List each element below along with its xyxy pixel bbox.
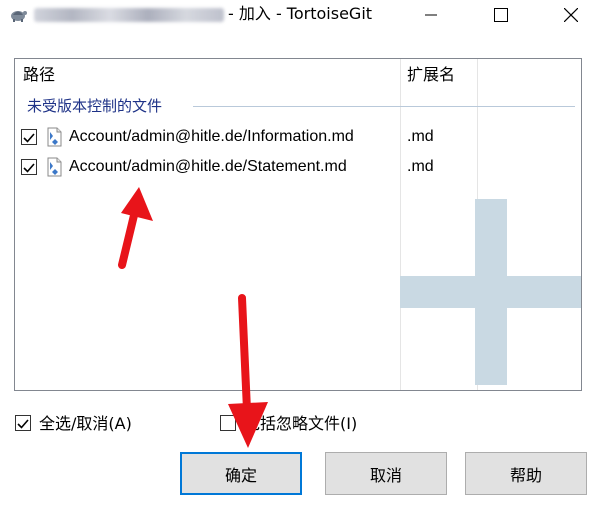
checkmark-icon bbox=[23, 133, 35, 143]
include-ignored-label: 包括忽略文件(I) bbox=[244, 414, 358, 433]
list-item[interactable]: Account/admin@hitle.de/Statement.md .md bbox=[15, 152, 581, 182]
close-icon bbox=[564, 8, 578, 22]
blurred-repo-path bbox=[34, 8, 224, 22]
help-button[interactable]: 帮助 bbox=[465, 452, 587, 495]
row-checkbox[interactable] bbox=[21, 159, 37, 175]
checkmark-icon bbox=[23, 163, 35, 173]
include-ignored-checkbox-box[interactable] bbox=[220, 415, 236, 431]
file-extension: .md bbox=[407, 158, 434, 175]
unversioned-file-icon bbox=[47, 157, 62, 177]
select-all-checkbox[interactable]: 全选/取消(A) bbox=[15, 413, 155, 435]
add-plus-watermark-icon bbox=[400, 199, 581, 385]
group-header-unversioned[interactable]: 未受版本控制的文件 bbox=[27, 96, 162, 116]
file-path: Account/admin@hitle.de/Information.md bbox=[69, 128, 354, 145]
column-header-extension[interactable]: 扩展名 bbox=[407, 65, 455, 85]
include-ignored-checkbox[interactable]: 包括忽略文件(I) bbox=[220, 413, 380, 435]
minimize-button[interactable] bbox=[408, 0, 454, 30]
tortoisegit-app-icon bbox=[11, 11, 27, 22]
select-all-checkbox-box[interactable] bbox=[15, 415, 31, 431]
row-checkbox[interactable] bbox=[21, 129, 37, 145]
group-divider bbox=[193, 106, 575, 107]
window-title: - 加入 - TortoiseGit bbox=[228, 4, 373, 23]
maximize-button[interactable] bbox=[478, 0, 524, 30]
ok-button[interactable]: 确定 bbox=[180, 452, 302, 495]
file-extension: .md bbox=[407, 128, 434, 145]
list-item[interactable]: Account/admin@hitle.de/Information.md .m… bbox=[15, 122, 581, 152]
maximize-icon bbox=[494, 8, 508, 22]
minimize-icon bbox=[425, 14, 437, 16]
column-header-path[interactable]: 路径 bbox=[23, 65, 55, 85]
title-bar: - 加入 - TortoiseGit bbox=[0, 0, 595, 30]
file-list[interactable]: 路径 扩展名 未受版本控制的文件 Account/admin@hitle.de/… bbox=[14, 58, 582, 391]
select-all-label: 全选/取消(A) bbox=[39, 414, 132, 433]
checkmark-icon bbox=[17, 419, 29, 429]
cancel-button[interactable]: 取消 bbox=[325, 452, 447, 495]
close-button[interactable] bbox=[548, 0, 594, 30]
file-path: Account/admin@hitle.de/Statement.md bbox=[69, 158, 347, 175]
unversioned-file-icon bbox=[47, 127, 62, 147]
